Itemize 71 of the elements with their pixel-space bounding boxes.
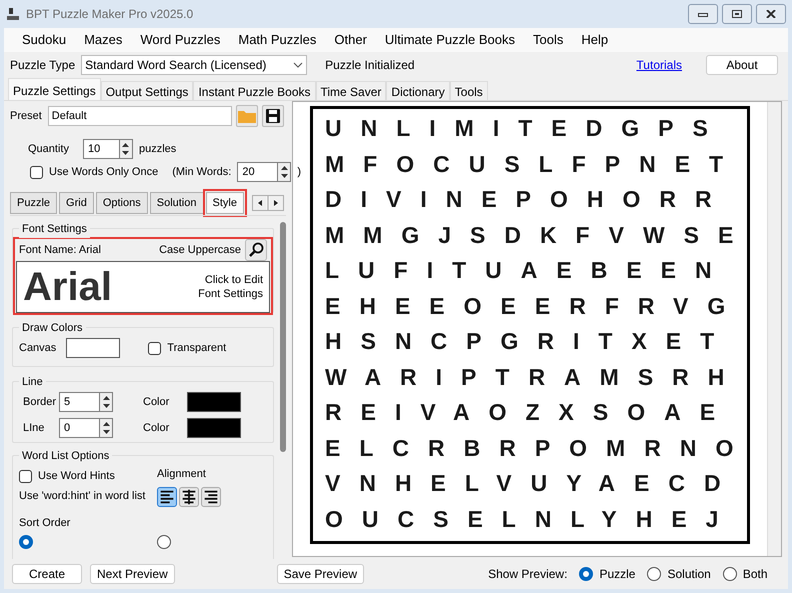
save-preview-button[interactable]: Save Preview [276, 564, 364, 584]
preset-field[interactable]: Default [48, 106, 232, 126]
radio-label: Both [742, 566, 768, 583]
label: Show Preview: [488, 566, 568, 583]
label: Color [143, 420, 170, 436]
label: Alignment [157, 467, 207, 482]
label: Quantity [28, 142, 69, 157]
grid-row-letters: HSNCPGRITXET [325, 327, 734, 356]
tab[interactable]: Instant Puzzle Books [193, 81, 316, 100]
button[interactable]: Create [12, 564, 82, 584]
number-field[interactable]: 20 [237, 162, 278, 182]
label: (Min Words: [172, 164, 232, 180]
tab[interactable]: Tools [450, 81, 488, 100]
grid-row-letters: OUCSELNLYHEJ [325, 504, 738, 534]
grid-row-letters: ELCRBRPOMRNO [325, 434, 752, 462]
radio-label: Solution [667, 566, 711, 583]
label: Sort Order [19, 516, 72, 530]
about-button[interactable]: About [706, 55, 778, 75]
subtab[interactable]: Grid [59, 192, 94, 214]
grid-row-letters: MMGJSDKFVWSE [325, 220, 752, 250]
grid-row-letters: UNLIMITEDGPS [325, 114, 727, 143]
menu-item[interactable]: Math Puzzles [230, 30, 324, 50]
label: puzzles [138, 142, 176, 157]
label: Preset [10, 108, 42, 124]
grid-row-letters: DIVINEPOHORR [325, 185, 731, 214]
group-title: Font Settings [19, 221, 90, 238]
label: Puzzle Type [10, 57, 76, 74]
menu-item[interactable]: Other [326, 30, 375, 50]
menu-item[interactable]: Word Puzzles [132, 30, 228, 50]
grid-row-letters: WARIPTRAMSRH [325, 362, 744, 392]
grid-row-letters: LUFITUAEBEEN [325, 256, 731, 285]
tab[interactable]: Dictionary [386, 81, 450, 100]
menu-item[interactable]: Tools [524, 30, 572, 50]
subtab[interactable]: Solution [150, 192, 204, 214]
font-edit-hint: Click to Edit Font Settings [197, 273, 263, 301]
menu-item[interactable]: Help [573, 30, 616, 50]
label: Color [143, 394, 170, 410]
case-label: Case Uppercase [159, 242, 241, 258]
menu-item[interactable]: Mazes [76, 30, 130, 50]
tab[interactable]: Puzzle Settings [8, 78, 101, 100]
subtab[interactable]: Options [96, 192, 148, 214]
menu-item[interactable]: Ultimate Puzzle Books [376, 30, 523, 50]
font-sample-text: Arial [23, 267, 112, 307]
number-field[interactable]: 0 [59, 418, 99, 438]
label: Canvas [19, 340, 56, 356]
menu-item[interactable]: Sudoku [14, 30, 74, 50]
subtab[interactable]: Style [206, 192, 244, 214]
status-text: Puzzle Initialized [325, 57, 415, 74]
label: Border [23, 394, 58, 410]
tab[interactable]: Time Saver [316, 81, 386, 100]
subtab[interactable]: Puzzle [10, 192, 58, 214]
grid-row-letters: EHEEOEERFRVG [325, 292, 744, 320]
grid-row-letters: VNHELVUYAECD [325, 469, 740, 498]
font-name-label: Font Name: Arial [19, 242, 101, 258]
number-field[interactable]: 10 [82, 139, 119, 159]
checkbox-label: Transparent [167, 340, 226, 356]
grid-row-letters: REIVAOZXSOAE [325, 398, 734, 427]
checkbox-label: Use Words Only Once [49, 164, 158, 180]
label: ) [297, 164, 301, 180]
puzzle-type-dropdown[interactable]: Standard Word Search (Licensed) [81, 55, 308, 75]
checkbox-label: Use Word Hints [38, 469, 115, 484]
number-field[interactable]: 5 [59, 392, 99, 412]
button[interactable]: Next Preview [90, 564, 175, 584]
tutorials-link[interactable]: Tutorials [636, 56, 682, 74]
window-title: BPT Puzzle Maker Pro v2025.0 [26, 6, 194, 23]
label: LIne [23, 420, 46, 436]
group-title: Word List Options [19, 448, 112, 464]
grid-row-letters: MFOCUSLFPNET [325, 150, 742, 178]
hint-note: Use 'word:hint' in word list [19, 488, 146, 504]
radio-label: Puzzle [599, 566, 636, 583]
tab[interactable]: Output Settings [100, 81, 194, 100]
